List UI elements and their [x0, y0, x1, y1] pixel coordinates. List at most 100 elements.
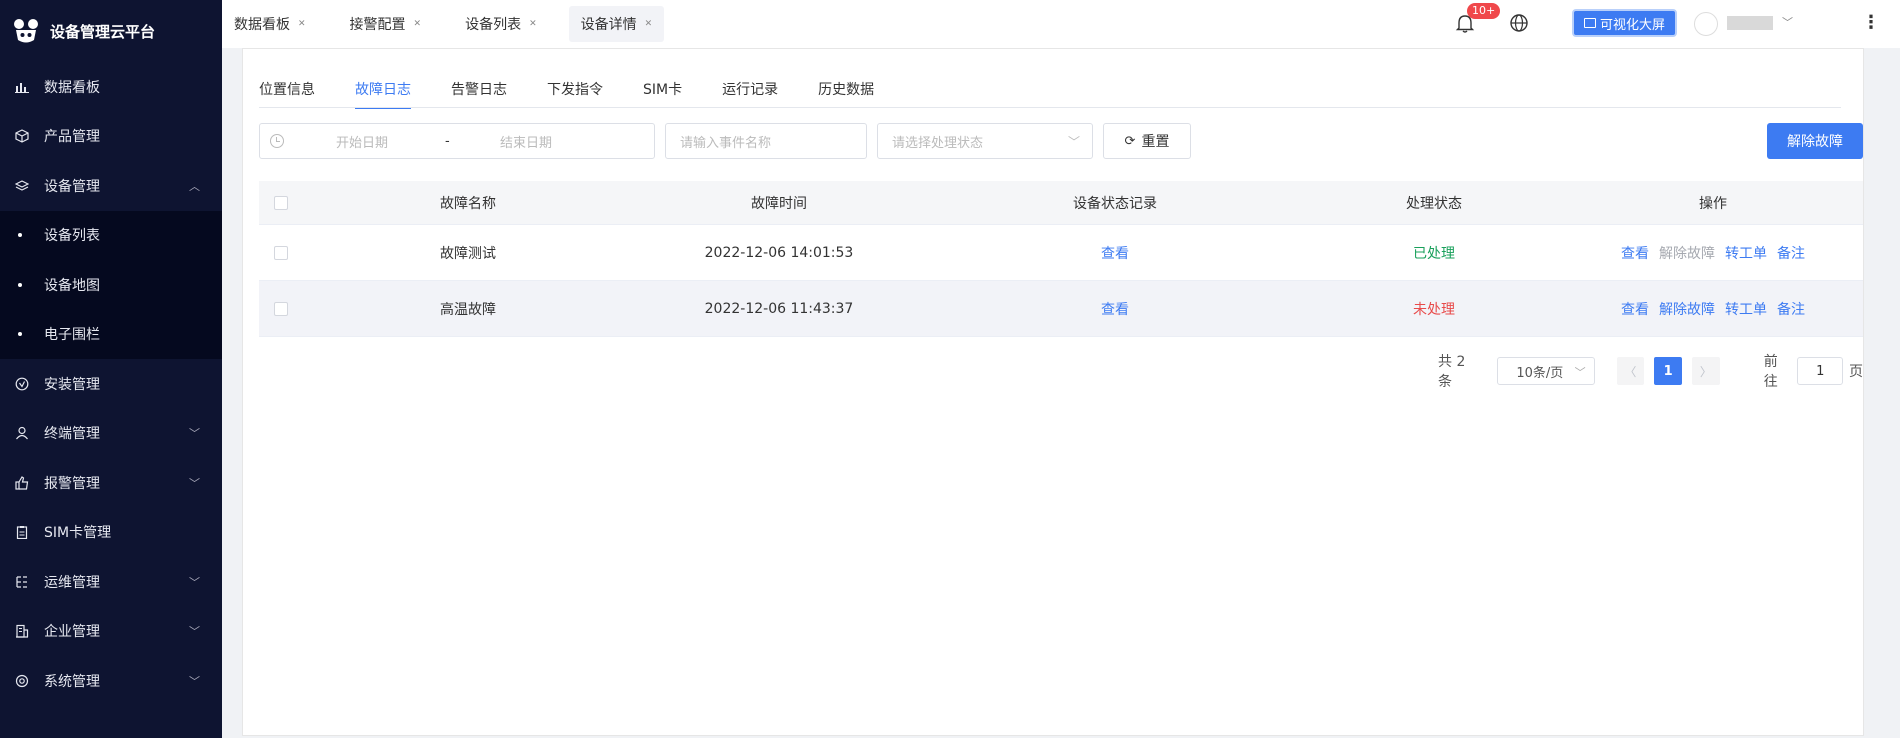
chevron-right-icon: 〉	[1699, 364, 1712, 379]
sidebar-item-label: 报警管理	[44, 475, 100, 492]
goto-page-input[interactable]: 1	[1797, 357, 1844, 385]
remark-link[interactable]: 备注	[1777, 246, 1805, 262]
detail-tabs: 位置信息 故障日志 告警日志 下发指令 SIM卡 运行记录 历史数据	[259, 79, 914, 109]
side-menu-lower: 安装管理 终端管理 ﹀ 报警管理 ﹀ SIM卡管理 运维管理 ﹀ 企业管理 ﹀ …	[0, 359, 222, 706]
chevron-down-icon[interactable]: ﹀	[1782, 14, 1793, 30]
resolve-fault-link[interactable]: 解除故障	[1659, 302, 1715, 318]
sidebar-subitem-geofence[interactable]: 电子围栏	[0, 310, 222, 360]
view-record-link[interactable]: 查看	[925, 243, 1305, 263]
logo-icon	[14, 19, 38, 43]
tabs-divider	[259, 107, 1841, 108]
sidebar-subitem-device-map[interactable]: 设备地图	[0, 260, 222, 310]
tab-label: 设备列表	[465, 17, 522, 33]
tab-label: 接警配置	[349, 17, 406, 33]
end-date-input[interactable]: 结束日期	[500, 132, 552, 151]
chevron-down-icon: ﹀	[189, 674, 200, 688]
sidebar-item-label: 运维管理	[44, 574, 100, 591]
chevron-down-icon: ﹀	[1574, 366, 1586, 379]
device-submenu: 设备列表 设备地图 电子围栏	[0, 210, 222, 360]
sidebar-subitem-device-list[interactable]: 设备列表	[0, 211, 222, 261]
resolve-fault-link[interactable]: 解除故障	[1659, 246, 1715, 262]
avatar[interactable]	[1694, 12, 1718, 36]
sidebar-item-label: 终端管理	[44, 426, 100, 443]
row-checkbox[interactable]	[274, 245, 288, 260]
sidebar-item-dashboard[interactable]: 数据看板	[0, 62, 222, 112]
view-record-link[interactable]: 查看	[925, 299, 1305, 319]
sidebar-item-system[interactable]: 系统管理 ﹀	[0, 656, 222, 706]
status-select[interactable]: 请选择处理状态 ﹀	[877, 123, 1093, 159]
sidebar-item-label: 数据看板	[44, 79, 100, 96]
remark-link[interactable]: 备注	[1777, 302, 1805, 318]
header-handle-state: 处理状态	[1406, 195, 1462, 212]
resolve-label: 解除故障	[1787, 134, 1843, 150]
tab-history[interactable]: 历史数据	[818, 79, 874, 109]
check-circle-icon	[14, 376, 30, 392]
page-size-value: 10条/页	[1516, 365, 1564, 381]
tree-icon	[14, 574, 30, 590]
visual-screen-button[interactable]: 可视化大屏	[1572, 9, 1678, 37]
event-name-input[interactable]: 请输入事件名称	[665, 123, 867, 159]
status-placeholder: 请选择处理状态	[892, 135, 984, 151]
clock-icon	[270, 134, 284, 148]
more-vertical-icon[interactable]: ⋮	[1862, 12, 1880, 33]
sidebar-item-enterprise[interactable]: 企业管理 ﹀	[0, 607, 222, 657]
select-all-checkbox[interactable]	[274, 195, 288, 210]
reset-button[interactable]: ⟳ 重置	[1103, 123, 1191, 159]
row-operations: 查看 解除故障 转工单 备注	[1563, 299, 1863, 319]
close-icon[interactable]: ✕	[298, 19, 306, 29]
sidebar-item-label: 安装管理	[44, 376, 100, 393]
start-date-input[interactable]: 开始日期	[336, 132, 388, 151]
row-checkbox-cell	[259, 301, 303, 316]
tab-alarm-log[interactable]: 告警日志	[451, 79, 507, 109]
sidebar-item-install[interactable]: 安装管理	[0, 359, 222, 409]
layers-icon	[14, 178, 30, 194]
close-icon[interactable]: ✕	[645, 19, 653, 29]
table-row: 故障测试 2022-12-06 14:01:53 查看 已处理 查看 解除故障 转工…	[259, 225, 1863, 281]
header-operations: 操作	[1699, 195, 1727, 212]
logo[interactable]: 设备管理云平台	[0, 0, 222, 62]
tab-commands[interactable]: 下发指令	[547, 79, 603, 109]
resolve-fault-button[interactable]: 解除故障	[1767, 123, 1863, 159]
thumb-icon	[14, 475, 30, 491]
sidebar-item-product[interactable]: 产品管理	[0, 112, 222, 162]
globe-icon[interactable]	[1509, 13, 1529, 33]
side-menu: 数据看板 产品管理 设备管理 ︿	[0, 62, 222, 211]
tab-run-records[interactable]: 运行记录	[722, 79, 778, 109]
tab-fault-log[interactable]: 故障日志	[355, 79, 411, 109]
sidebar-item-terminal[interactable]: 终端管理 ﹀	[0, 409, 222, 459]
sidebar-item-device[interactable]: 设备管理 ︿	[0, 161, 222, 211]
prev-page-button[interactable]: 〈	[1616, 357, 1645, 385]
row-checkbox[interactable]	[274, 301, 288, 316]
sidebar-item-sim[interactable]: SIM卡管理	[0, 508, 222, 558]
tab-sim[interactable]: SIM卡	[643, 79, 682, 109]
to-work-order-link[interactable]: 转工单	[1725, 246, 1767, 262]
reset-label: 重置	[1141, 134, 1170, 150]
to-work-order-link[interactable]: 转工单	[1725, 302, 1767, 318]
view-link[interactable]: 查看	[1621, 302, 1649, 318]
header-fault-time: 故障时间	[751, 195, 807, 212]
sidebar-item-ops[interactable]: 运维管理 ﹀	[0, 557, 222, 607]
user-name-masked[interactable]	[1727, 16, 1773, 30]
page-size-select[interactable]: 10条/页 ﹀	[1497, 357, 1595, 385]
building-icon	[14, 623, 30, 639]
next-page-button[interactable]: 〉	[1692, 357, 1720, 385]
view-link[interactable]: 查看	[1621, 246, 1649, 262]
tab-device-detail[interactable]: 设备详情 ✕	[568, 6, 665, 42]
close-icon[interactable]: ✕	[529, 19, 537, 29]
sidebar-item-alarm[interactable]: 报警管理 ﹀	[0, 458, 222, 508]
chevron-left-icon: 〈	[1624, 364, 1637, 379]
close-icon[interactable]: ✕	[414, 19, 422, 29]
sidebar-subitem-label: 设备地图	[44, 277, 100, 294]
clipboard-icon	[14, 524, 30, 540]
tab-device-list[interactable]: 设备列表 ✕	[453, 6, 549, 42]
fault-time: 2022-12-06 11:43:37	[704, 300, 854, 317]
tab-location[interactable]: 位置信息	[259, 79, 315, 109]
tab-label: 数据看板	[234, 17, 290, 33]
page-number-current[interactable]: 1	[1654, 357, 1683, 385]
tab-alarm-config[interactable]: 接警配置 ✕	[338, 6, 434, 42]
tab-dashboard[interactable]: 数据看板 ✕	[222, 6, 318, 42]
sidebar: 设备管理云平台 数据看板 产品管理 设备管理 ︿ 设备列表 设备地图 电子围栏	[0, 0, 222, 738]
filter-bar: 开始日期 - 结束日期 请输入事件名称 请选择处理状态 ﹀ ⟳ 重置	[259, 123, 1191, 159]
sidebar-item-label: 设备管理	[44, 178, 100, 195]
date-range-picker[interactable]: 开始日期 - 结束日期	[259, 123, 655, 159]
